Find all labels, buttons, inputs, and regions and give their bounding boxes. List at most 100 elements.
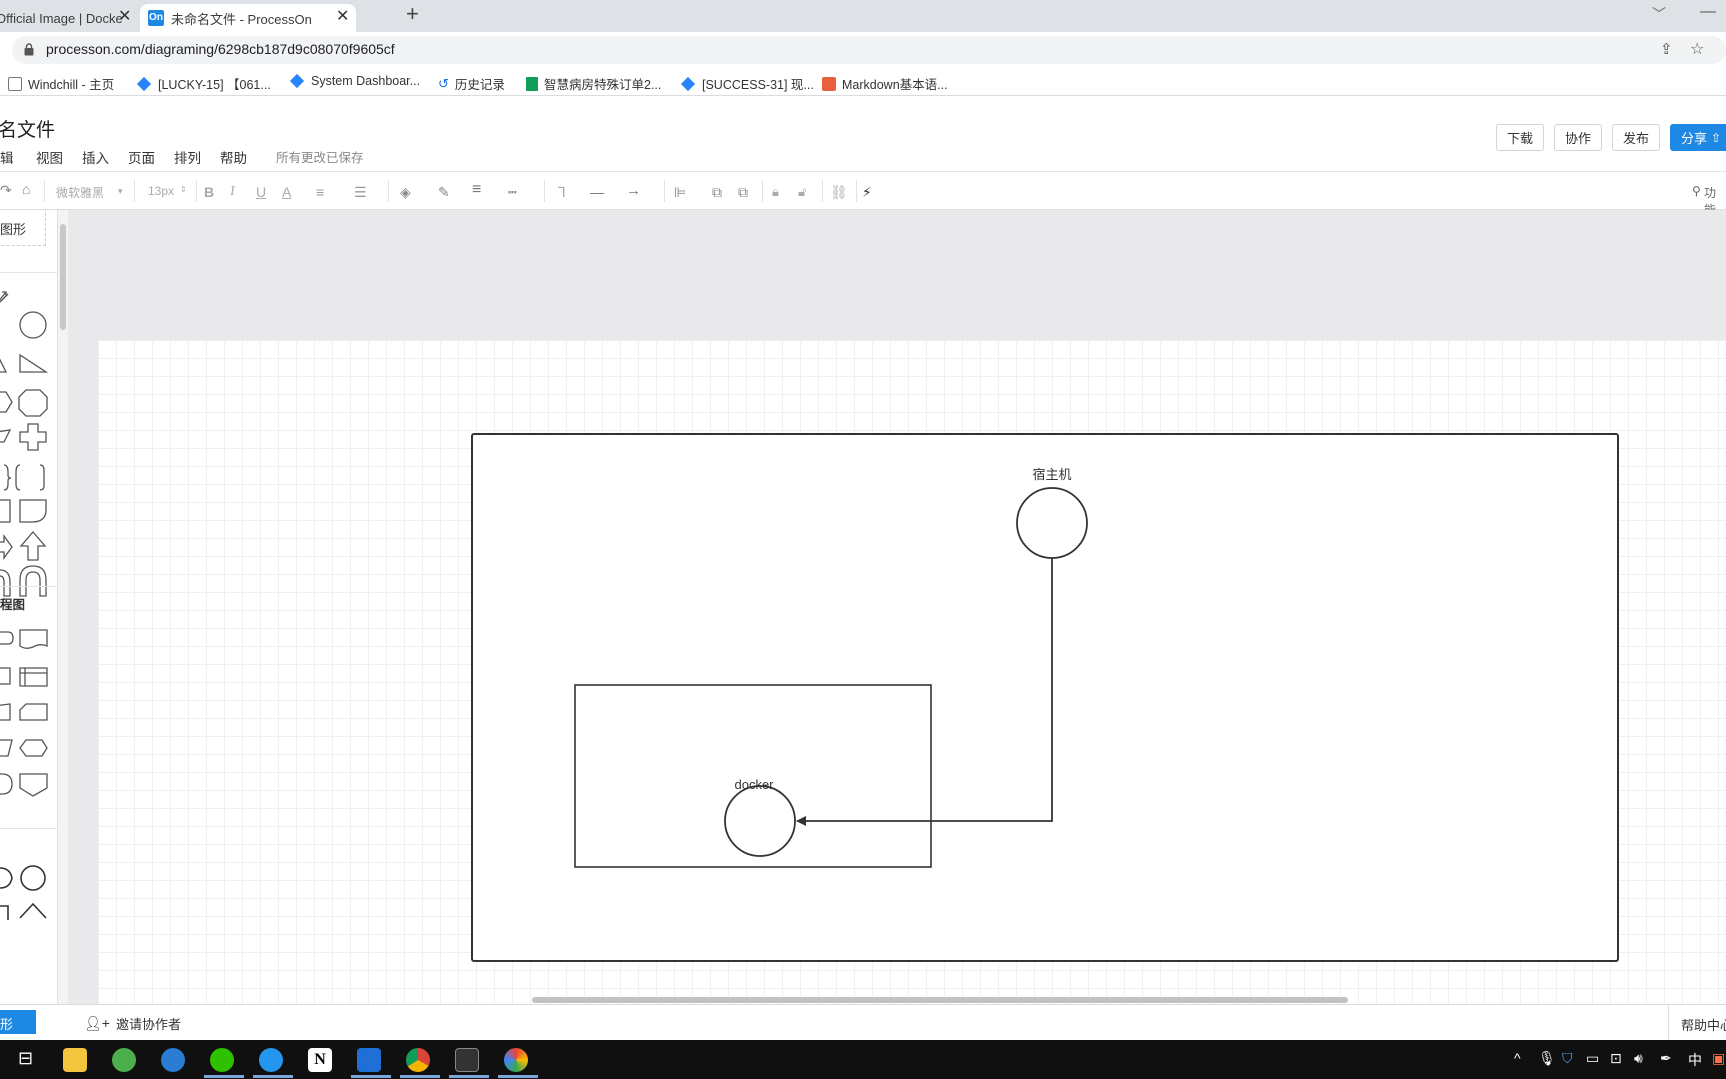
share-page-icon[interactable]: ⇪ [1660, 40, 1673, 58]
green-app-icon[interactable] [112, 1048, 136, 1072]
notification-icon[interactable]: ▣ [1712, 1050, 1725, 1067]
wechat-icon[interactable] [210, 1048, 234, 1072]
text-align-icon[interactable]: ≡ [316, 184, 324, 200]
tab-title: 未命名文件 - ProcessOn [171, 11, 312, 27]
hexagon-shape-icon [0, 391, 13, 413]
font-color-icon[interactable]: A [282, 184, 291, 200]
menu-arrange[interactable]: 排列 [174, 147, 201, 167]
connector-type-icon[interactable]: ⅂ [558, 184, 566, 201]
format-painter-icon[interactable]: ⌂ [22, 181, 30, 197]
running-indicator [351, 1075, 391, 1078]
font-family-select[interactable]: 微软雅黑 [56, 184, 104, 201]
notion-icon[interactable]: N [308, 1048, 332, 1072]
menu-view[interactable]: 视图 [36, 147, 63, 167]
publish-button[interactable]: 发布 [1612, 124, 1660, 151]
lock-shape-icon[interactable]: 🔒︎ [772, 184, 779, 200]
close-tab-icon[interactable]: ✕ [336, 9, 349, 25]
more-shape-icons [0, 865, 47, 920]
unlock-shape-icon[interactable]: 🔓︎ [798, 184, 806, 200]
invite-collaborator-button[interactable]: 👤︎+ 邀请协作者 [84, 1014, 181, 1033]
pen-icon[interactable]: ✒︎ [1660, 1050, 1672, 1067]
sheet-icon [526, 76, 538, 91]
bookmark-markdown[interactable]: Markdown基本语... [822, 74, 948, 93]
bookmark-success-31[interactable]: [SUCCESS-31] 现... [680, 74, 814, 93]
font-size-input[interactable]: 13px [148, 184, 174, 198]
line-style-icon[interactable]: ┅ [508, 184, 516, 201]
bookmark-system-dashboard[interactable]: System Dashboar... [289, 73, 420, 89]
share-button[interactable]: 分享 ⇧ [1670, 124, 1726, 151]
chevron-down-icon: ▾ [118, 186, 123, 196]
bring-front-icon[interactable]: ⧉ [712, 184, 722, 201]
left-panel-scroll-thumb[interactable] [60, 224, 66, 330]
task-view-icon[interactable]: ⊟ [18, 1048, 33, 1069]
bold-icon[interactable]: B [204, 184, 214, 200]
collaborate-button[interactable]: 协作 [1554, 124, 1602, 151]
align-icon[interactable]: ⊫ [674, 184, 686, 201]
magic-wand-icon[interactable]: ⚡︎ [862, 184, 872, 201]
bookmark-label: Windchill - 主页 [28, 78, 115, 92]
tray-chevron-up-icon[interactable]: ^ [1514, 1050, 1521, 1066]
blue-app-icon[interactable] [161, 1048, 185, 1072]
close-tab-icon[interactable]: ✕ [118, 9, 131, 25]
new-tab-button[interactable]: + [406, 3, 419, 25]
bookmark-lucky-15[interactable]: [LUCKY-15] 【061... [136, 74, 271, 93]
file-title[interactable]: 名文件 [0, 115, 55, 142]
ime-indicator[interactable]: 中 [1688, 1050, 1702, 1070]
help-center-link[interactable]: 帮助中心 [1681, 1015, 1726, 1034]
chrome-icon[interactable] [406, 1048, 430, 1072]
bookmark-label: 智慧病房特殊订单2... [544, 78, 662, 92]
browser-tab-bar: Official Image | Docke ✕ On 未命名文件 - Proc… [0, 0, 1726, 32]
host-label[interactable]: 宿主机 [1032, 464, 1071, 483]
line-type-icon[interactable]: — [590, 184, 604, 200]
network-icon[interactable]: ⊡ [1610, 1050, 1622, 1067]
send-back-icon[interactable]: ⧉ [738, 184, 748, 201]
security-icon[interactable]: ⛉ [1562, 1050, 1573, 1067]
canvas-area[interactable]: 宿主机 docker [68, 210, 1726, 1004]
jira-diamond-icon [136, 76, 152, 91]
list-icon[interactable]: ☰ [354, 184, 367, 201]
line-color-icon[interactable]: ✎ [438, 184, 450, 201]
battery-icon[interactable]: ▭ [1586, 1050, 1599, 1067]
arrow-end-icon[interactable]: → [626, 182, 641, 199]
diagram-svg [471, 433, 1619, 962]
docker-icon[interactable] [259, 1048, 283, 1072]
shapes-tab-button[interactable]: 形 [0, 1010, 36, 1034]
menu-insert[interactable]: 插入 [82, 147, 109, 167]
download-button[interactable]: 下载 [1496, 124, 1544, 151]
diagram-page[interactable]: 宿主机 docker [98, 340, 1726, 1004]
cross-shape-icon [19, 423, 47, 451]
redo-icon[interactable]: ↷ [0, 182, 12, 199]
underline-icon[interactable]: U [256, 184, 266, 200]
brace-shape-icon [3, 464, 21, 491]
invite-label: 邀请协作者 [115, 1017, 181, 1032]
bookmark-history[interactable]: ↺ 历史记录 [438, 74, 505, 93]
stepper-icon[interactable]: ⇕ [180, 185, 187, 194]
link-icon[interactable]: ⛓︎ [830, 184, 848, 201]
docker-label[interactable]: docker [734, 777, 773, 792]
search-icon[interactable]: ⚲ [1692, 184, 1701, 198]
tab-processon[interactable]: On 未命名文件 - ProcessOn [140, 4, 356, 32]
line-width-icon[interactable]: ≡ [472, 181, 481, 199]
share-label: 分享 [1681, 131, 1708, 146]
pointer-shape-icon [0, 291, 7, 301]
microphone-icon[interactable]: 🎙︎ [1538, 1050, 1556, 1067]
volume-icon[interactable]: 🔊︎ [1634, 1050, 1643, 1067]
bookmark-windchill[interactable]: Windchill - 主页 [8, 74, 114, 93]
minimize-window-icon[interactable]: — [1700, 4, 1716, 20]
docker-node-circle [724, 785, 796, 857]
colorful-app-icon[interactable] [504, 1048, 528, 1072]
canvas-horizontal-scrollbar[interactable] [532, 997, 1348, 1003]
terminal-icon[interactable] [455, 1048, 479, 1072]
url-omnibox[interactable]: processon.com/diagraming/6298cb187d9c080… [12, 36, 1726, 64]
fill-color-icon[interactable]: ◈ [400, 184, 411, 201]
bookmark-smart-ward[interactable]: 智慧病房特殊订单2... [526, 74, 661, 93]
file-explorer-icon[interactable] [63, 1048, 87, 1072]
menu-page[interactable]: 页面 [128, 147, 155, 167]
tab-search-chevron-icon[interactable]: ﹀ [1652, 6, 1666, 22]
menu-help[interactable]: 帮助 [220, 147, 247, 167]
bookmark-star-icon[interactable]: ☆ [1690, 39, 1704, 59]
format-toolbar: ↷ ⌂ 微软雅黑 ▾ 13px ⇕ B I U A ≡ ☰ ◈ ✎ ≡ ┅ ⅂ … [0, 172, 1726, 217]
menu-edit[interactable]: 辑 [0, 147, 14, 167]
photos-icon[interactable] [357, 1048, 381, 1072]
italic-icon[interactable]: I [230, 184, 235, 200]
